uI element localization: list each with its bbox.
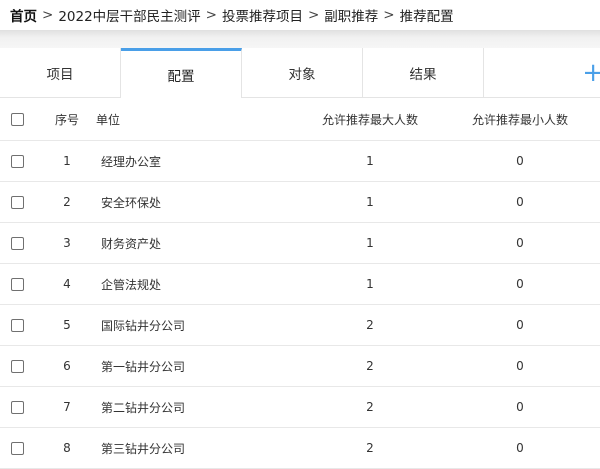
row-checkbox[interactable] bbox=[11, 195, 24, 209]
breadcrumb-item-evaluation[interactable]: 2022中层干部民主测评 bbox=[58, 5, 200, 25]
breadcrumb-separator: > bbox=[307, 7, 320, 23]
table-row[interactable]: 1 经理办公室 1 0 bbox=[0, 141, 600, 182]
row-checkbox[interactable] bbox=[11, 277, 24, 291]
row-checkbox[interactable] bbox=[11, 318, 24, 332]
row-min: 0 bbox=[516, 195, 524, 209]
tab-bar: 项目 配置 对象 结果 + bbox=[0, 48, 600, 98]
breadcrumb-home[interactable]: 首页 bbox=[10, 5, 37, 25]
row-max: 2 bbox=[366, 441, 374, 455]
breadcrumb-item-config: 推荐配置 bbox=[399, 9, 454, 25]
header-index: 序号 bbox=[54, 112, 79, 127]
row-min: 0 bbox=[516, 277, 524, 291]
row-unit: 财务资产处 bbox=[101, 236, 162, 251]
row-min: 0 bbox=[516, 236, 524, 250]
row-index: 7 bbox=[63, 400, 71, 414]
row-unit: 第一钻井分公司 bbox=[101, 359, 186, 374]
breadcrumb-separator: > bbox=[383, 7, 395, 23]
row-checkbox[interactable] bbox=[11, 359, 24, 373]
row-checkbox[interactable] bbox=[11, 236, 24, 250]
header-max: 允许推荐最大人数 bbox=[321, 112, 418, 127]
breadcrumb-separator: > bbox=[205, 7, 217, 23]
row-index: 4 bbox=[63, 277, 71, 291]
breadcrumb-item-vote-project[interactable]: 投票推荐项目 bbox=[222, 5, 303, 25]
add-tab-button[interactable]: + bbox=[484, 48, 600, 97]
breadcrumb-separator: > bbox=[42, 7, 54, 23]
row-checkbox[interactable] bbox=[11, 154, 24, 168]
plus-icon: + bbox=[582, 57, 600, 88]
row-unit: 第三钻井分公司 bbox=[101, 441, 186, 456]
row-min: 0 bbox=[516, 359, 524, 373]
header-divider bbox=[0, 30, 600, 48]
row-max: 1 bbox=[366, 195, 374, 209]
row-unit: 企管法规处 bbox=[101, 277, 162, 292]
tab-config[interactable]: 配置 bbox=[121, 48, 242, 98]
row-min: 0 bbox=[516, 318, 524, 332]
row-min: 0 bbox=[516, 441, 524, 455]
row-min: 0 bbox=[516, 154, 524, 168]
row-index: 3 bbox=[63, 236, 71, 250]
row-unit: 安全环保处 bbox=[101, 195, 162, 210]
table-row[interactable]: 4 企管法规处 1 0 bbox=[0, 264, 600, 305]
table-row[interactable]: 5 国际钻井分公司 2 0 bbox=[0, 305, 600, 346]
row-max: 2 bbox=[366, 318, 374, 332]
table-row[interactable]: 2 安全环保处 1 0 bbox=[0, 182, 600, 223]
row-unit: 第二钻井分公司 bbox=[101, 400, 186, 415]
row-index: 2 bbox=[63, 195, 71, 209]
row-max: 2 bbox=[366, 359, 374, 373]
breadcrumb-item-deputy[interactable]: 副职推荐 bbox=[324, 5, 378, 25]
row-unit: 国际钻井分公司 bbox=[101, 318, 186, 333]
row-max: 1 bbox=[366, 236, 374, 250]
breadcrumb: 首页 > 2022中层干部民主测评 > 投票推荐项目 > 副职推荐 > 推荐配置 bbox=[0, 0, 600, 30]
row-index: 6 bbox=[63, 359, 71, 373]
table-row[interactable]: 3 财务资产处 1 0 bbox=[0, 223, 600, 264]
row-max: 1 bbox=[366, 277, 374, 291]
tab-result[interactable]: 结果 bbox=[363, 48, 484, 97]
row-checkbox[interactable] bbox=[11, 441, 24, 455]
row-checkbox[interactable] bbox=[11, 400, 24, 414]
row-index: 1 bbox=[63, 154, 71, 168]
table-row[interactable]: 7 第二钻井分公司 2 0 bbox=[0, 387, 600, 428]
config-table: 序号 单位 允许推荐最大人数 允许推荐最小人数 1 经理办公室 1 0 2 安全… bbox=[0, 98, 600, 469]
row-max: 2 bbox=[366, 400, 374, 414]
tab-object[interactable]: 对象 bbox=[242, 48, 363, 97]
row-index: 8 bbox=[63, 441, 71, 455]
row-min: 0 bbox=[516, 400, 524, 414]
table-header-row: 序号 单位 允许推荐最大人数 允许推荐最小人数 bbox=[0, 98, 600, 141]
header-min: 允许推荐最小人数 bbox=[471, 112, 568, 127]
select-all-checkbox[interactable] bbox=[11, 112, 24, 126]
row-max: 1 bbox=[366, 154, 374, 168]
table-row[interactable]: 6 第一钻井分公司 2 0 bbox=[0, 346, 600, 387]
row-unit: 经理办公室 bbox=[101, 154, 162, 169]
row-index: 5 bbox=[63, 318, 71, 332]
table-row[interactable]: 8 第三钻井分公司 2 0 bbox=[0, 428, 600, 469]
tab-project[interactable]: 项目 bbox=[0, 48, 121, 97]
header-unit: 单位 bbox=[96, 112, 121, 127]
